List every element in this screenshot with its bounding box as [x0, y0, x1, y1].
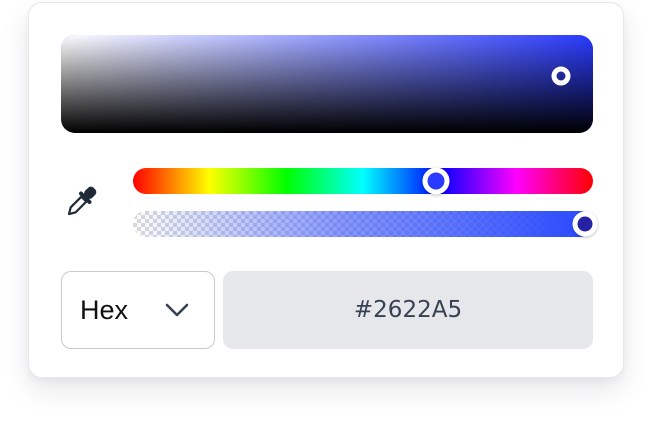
color-format-select[interactable]: Hex [61, 271, 215, 349]
alpha-slider[interactable] [133, 211, 593, 237]
color-format-label: Hex [80, 294, 129, 325]
chevron-down-icon [165, 303, 189, 317]
alpha-slider-thumb[interactable] [572, 211, 598, 237]
sv-black-gradient [61, 35, 593, 133]
saturation-brightness-area[interactable] [61, 35, 593, 133]
sv-thumb[interactable] [551, 66, 571, 86]
hue-slider-thumb[interactable] [422, 167, 450, 195]
color-picker-panel: Hex [28, 2, 624, 378]
eyedropper-icon [67, 186, 97, 216]
hue-slider[interactable] [133, 167, 593, 195]
alpha-gradient [133, 211, 593, 237]
eyedropper-button[interactable] [65, 181, 97, 223]
hex-value-field[interactable] [223, 271, 593, 349]
